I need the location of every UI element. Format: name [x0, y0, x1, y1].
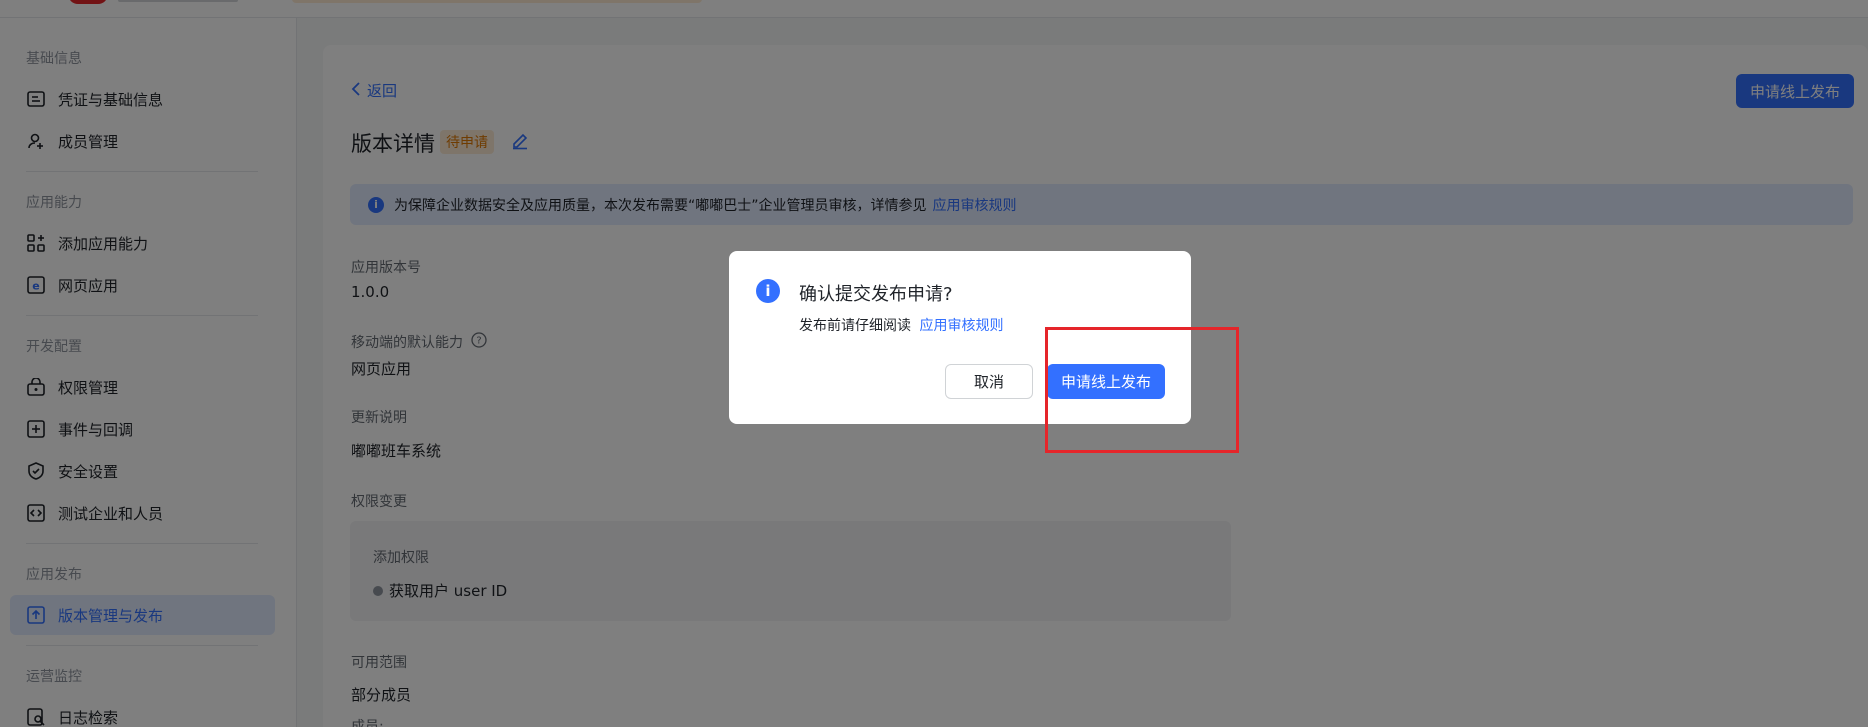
highlight-box — [1045, 327, 1239, 453]
dialog-description: 发布前请仔细阅读 应用审核规则 — [799, 315, 1003, 335]
info-icon: i — [756, 279, 780, 303]
dialog-review-rules-link[interactable]: 应用审核规则 — [919, 318, 1003, 334]
dialog-desc-text: 发布前请仔细阅读 — [799, 318, 911, 334]
cancel-button[interactable]: 取消 — [945, 364, 1033, 399]
dialog-title: 确认提交发布申请? — [799, 284, 953, 305]
